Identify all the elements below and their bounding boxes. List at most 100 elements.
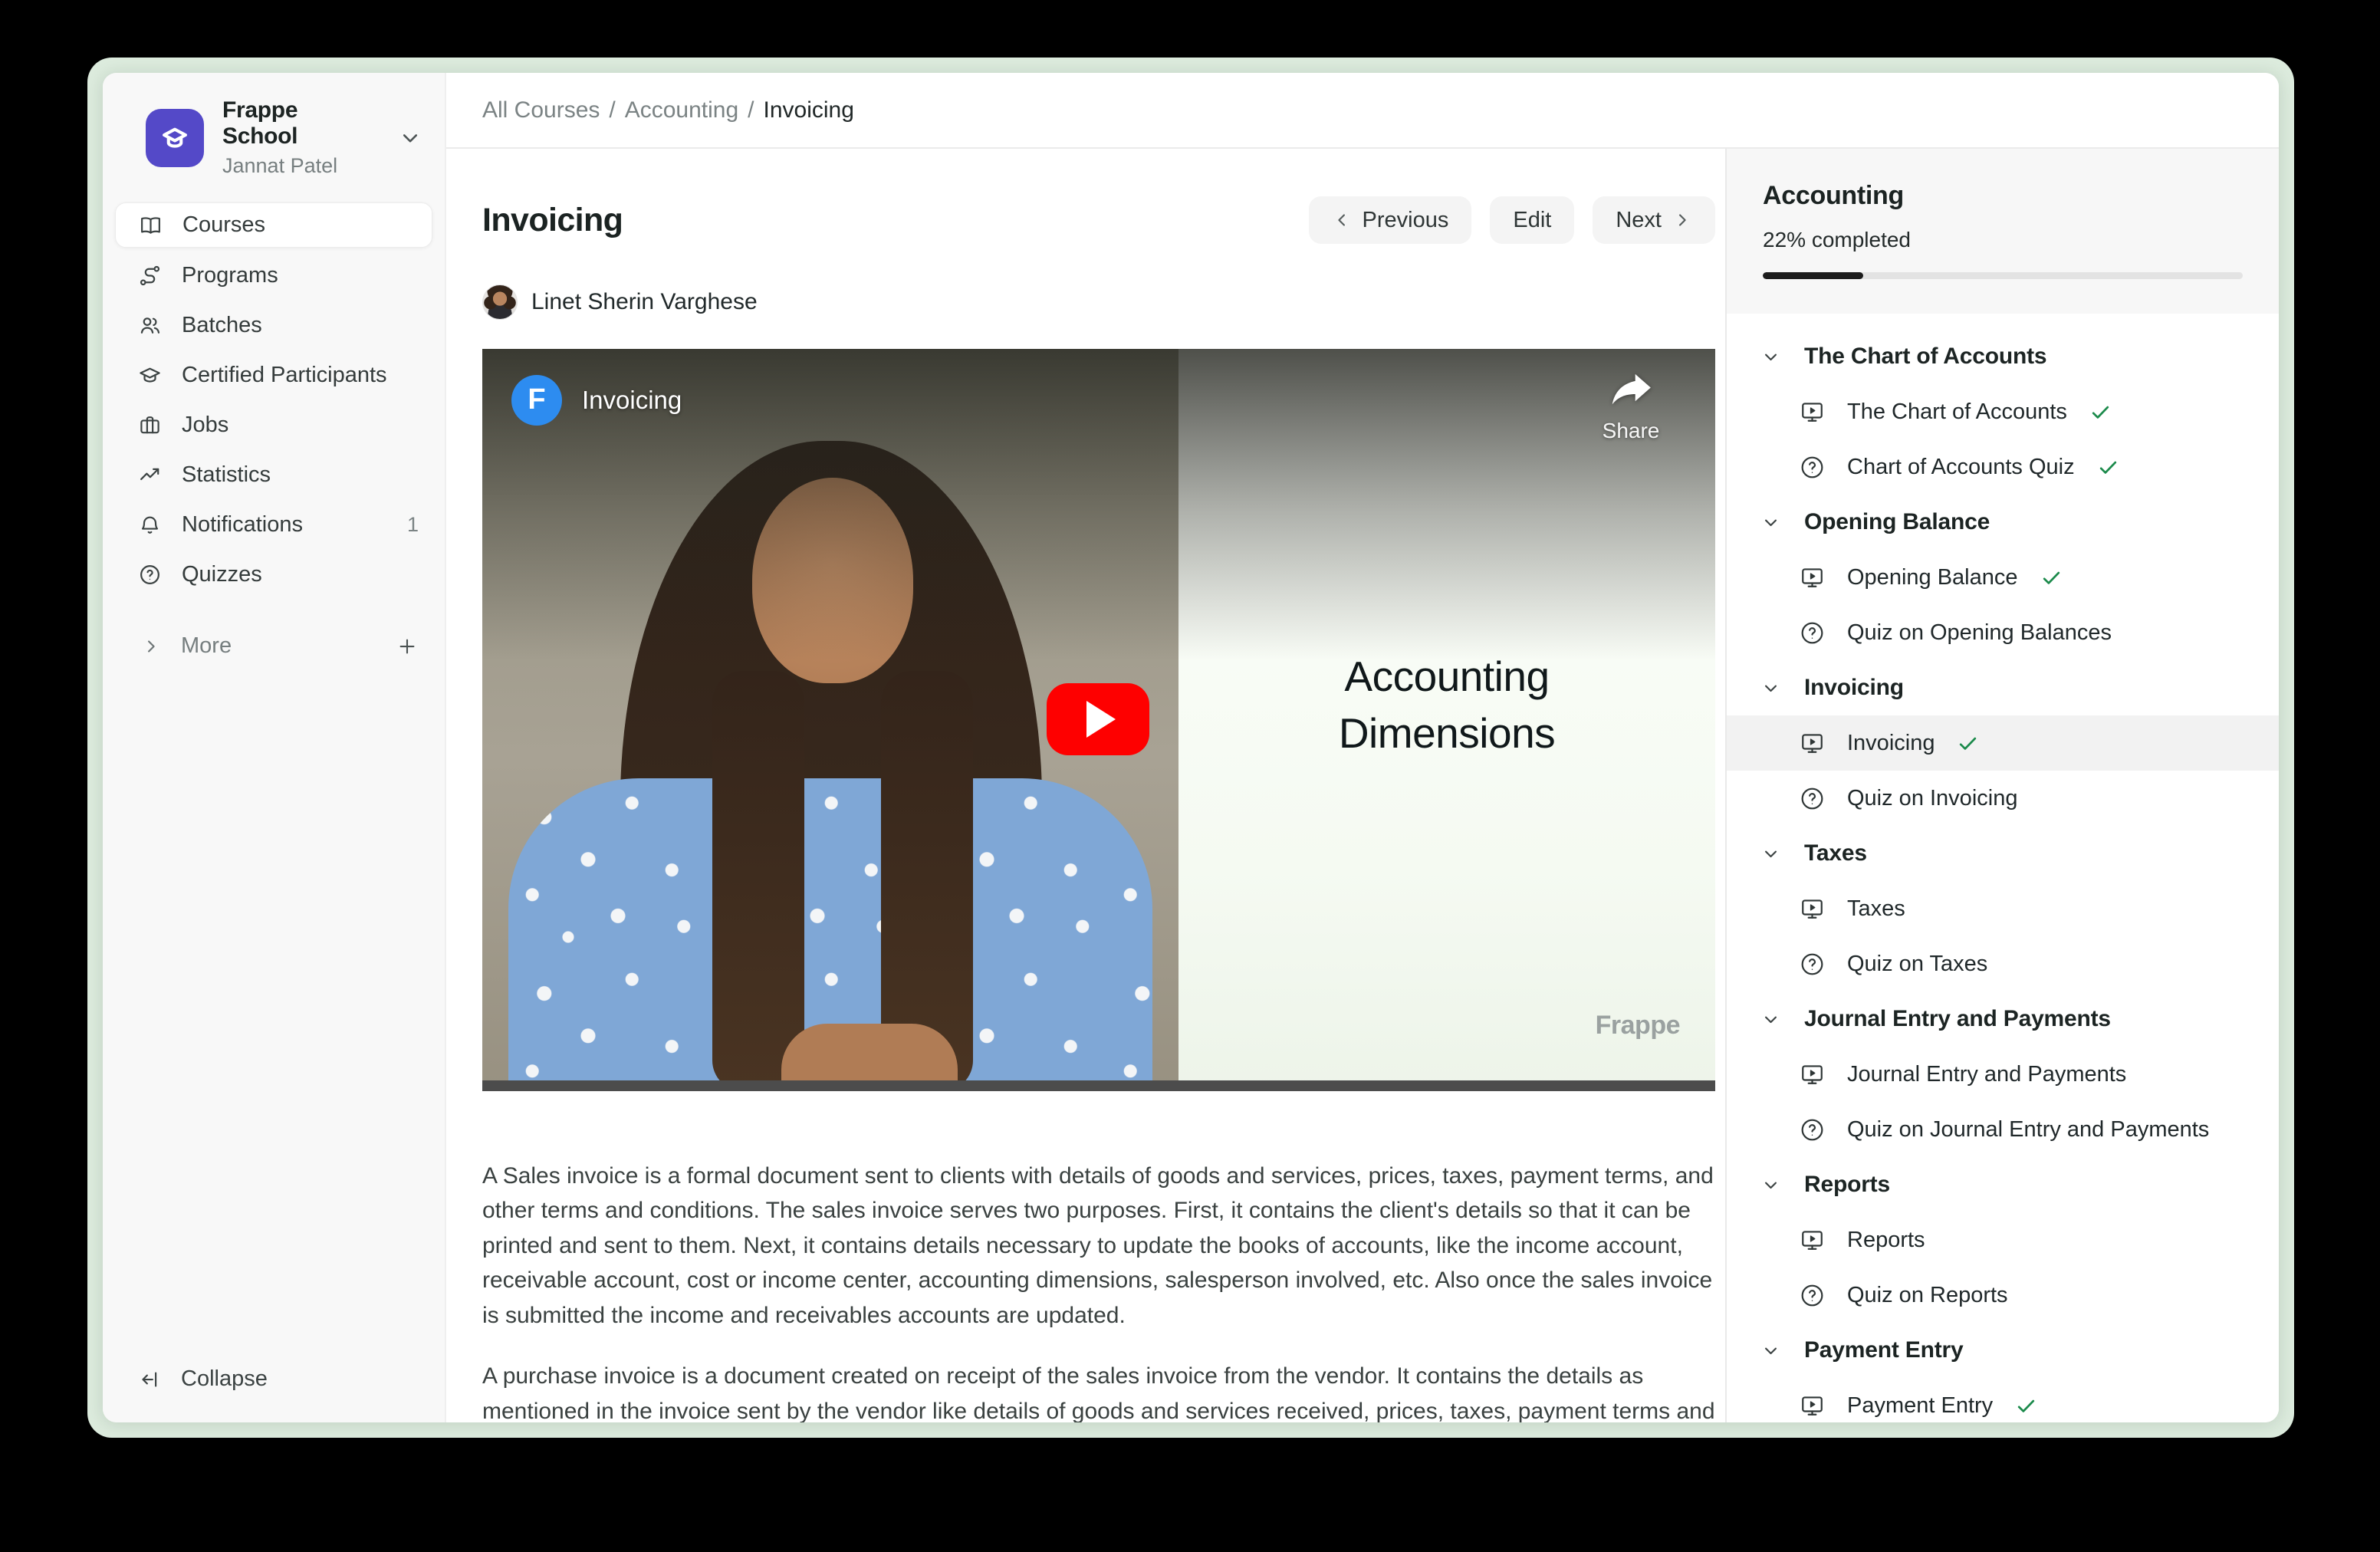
chevron-down-icon (1760, 1340, 1781, 1361)
monitor-play-icon (1799, 399, 1826, 426)
sidebar-item-certified-participants[interactable]: Certified Participants (115, 353, 432, 397)
course-outline: The Chart of AccountsThe Chart of Accoun… (1727, 314, 2279, 1422)
sidebar-item-label: Statistics (182, 462, 419, 488)
progress-bar (1763, 272, 2243, 279)
outline-section-reports[interactable]: Reports (1727, 1157, 2279, 1212)
check-icon (2014, 1394, 2038, 1418)
outline-lesson-label: Quiz on Journal Entry and Payments (1847, 1117, 2209, 1143)
check-icon (2096, 455, 2120, 479)
outline-lesson-chart-of-accounts-quiz[interactable]: Chart of Accounts Quiz (1727, 439, 2279, 495)
check-icon (1956, 732, 1980, 755)
progress-label: 22% completed (1763, 228, 2243, 252)
plus-icon[interactable] (396, 635, 419, 658)
video-title-overlay[interactable]: F Invoicing (511, 375, 682, 426)
outline-section-title: Reports (1804, 1172, 1890, 1198)
course-outline-panel: Accounting 22% completed The Chart of Ac… (1725, 149, 2279, 1422)
outline-lesson-quiz-on-reports[interactable]: Quiz on Reports (1727, 1268, 2279, 1323)
notification-count-badge: 1 (407, 513, 419, 537)
chevron-down-icon (1760, 678, 1781, 699)
outline-lesson-quiz-on-opening-balances[interactable]: Quiz on Opening Balances (1727, 605, 2279, 660)
route-icon (138, 264, 162, 288)
sidebar-item-label: Jobs (182, 413, 419, 438)
edit-label: Edit (1513, 208, 1551, 233)
outline-section-title: Opening Balance (1804, 509, 1990, 535)
lesson-nav-buttons: Previous Edit Next (1309, 196, 1715, 244)
monitor-play-icon (1799, 564, 1826, 591)
next-button[interactable]: Next (1593, 196, 1715, 244)
outline-lesson-label: Quiz on Opening Balances (1847, 620, 2112, 646)
outline-lesson-label: Opening Balance (1847, 565, 2018, 590)
outline-lesson-journal-entry-and-payments[interactable]: Journal Entry and Payments (1727, 1047, 2279, 1102)
progress-bar-fill (1763, 272, 1863, 279)
sidebar-item-jobs[interactable]: Jobs (115, 403, 432, 447)
video-title-text[interactable]: Invoicing (582, 386, 682, 415)
slide-title: Accounting Dimensions (1178, 648, 1715, 761)
sidebar-item-more[interactable]: More (115, 624, 432, 668)
briefcase-icon (138, 413, 162, 437)
video-share-button[interactable]: Share (1570, 369, 1692, 443)
previous-button[interactable]: Previous (1309, 196, 1472, 244)
school-switcher-text: Frappe School Jannat Patel (222, 97, 379, 178)
sidebar-item-label: Quizzes (182, 562, 419, 587)
users-icon (138, 314, 162, 337)
sidebar-item-label: Courses (182, 212, 418, 238)
sidebar-item-programs[interactable]: Programs (115, 254, 432, 298)
outline-section-opening-balance[interactable]: Opening Balance (1727, 495, 2279, 550)
school-name: Frappe School (222, 97, 379, 150)
chevron-down-icon (397, 125, 423, 151)
outline-section-taxes[interactable]: Taxes (1727, 826, 2279, 881)
sidebar-item-courses[interactable]: Courses (115, 202, 432, 248)
bell-icon (138, 513, 162, 537)
breadcrumb: All Courses / Accounting / Invoicing (446, 73, 2279, 149)
outline-section-invoicing[interactable]: Invoicing (1727, 660, 2279, 715)
chevron-down-icon (1760, 843, 1781, 864)
sidebar-item-notifications[interactable]: Notifications 1 (115, 503, 432, 547)
author-avatar (482, 284, 518, 320)
sidebar-item-statistics[interactable]: Statistics (115, 453, 432, 497)
collapse-sidebar-button[interactable]: Collapse (103, 1366, 445, 1422)
play-button[interactable] (1047, 683, 1149, 755)
outline-lesson-opening-balance[interactable]: Opening Balance (1727, 550, 2279, 605)
outline-lesson-payment-entry[interactable]: Payment Entry (1727, 1378, 2279, 1422)
outline-section-journal-entry-and-payments[interactable]: Journal Entry and Payments (1727, 991, 2279, 1047)
collapse-label: Collapse (181, 1366, 268, 1392)
outline-lesson-invoicing[interactable]: Invoicing (1727, 715, 2279, 771)
sidebar-item-label: Programs (182, 263, 419, 288)
outline-section-the-chart-of-accounts[interactable]: The Chart of Accounts (1727, 329, 2279, 384)
school-switcher[interactable]: Frappe School Jannat Patel (103, 73, 445, 186)
breadcrumb-course[interactable]: Accounting (625, 97, 738, 123)
collapse-icon (140, 1368, 163, 1391)
monitor-play-icon (1799, 1393, 1826, 1419)
sidebar-item-batches[interactable]: Batches (115, 304, 432, 347)
outline-section-title: Taxes (1804, 840, 1867, 866)
breadcrumb-separator: / (748, 97, 754, 123)
sidebar-item-quizzes[interactable]: Quizzes (115, 553, 432, 597)
graduation-cap-icon (138, 363, 162, 387)
outline-lesson-quiz-on-taxes[interactable]: Quiz on Taxes (1727, 936, 2279, 991)
edit-button[interactable]: Edit (1490, 196, 1574, 244)
video-player[interactable]: Accounting Dimensions Frappe F Invoicing (482, 349, 1715, 1091)
app-window: Frappe School Jannat Patel Courses Progra… (103, 73, 2279, 1422)
outline-lesson-quiz-on-journal-entry-and-payments[interactable]: Quiz on Journal Entry and Payments (1727, 1102, 2279, 1157)
video-progress-bar[interactable] (482, 1080, 1715, 1091)
outline-lesson-label: Reports (1847, 1228, 1925, 1253)
outline-section-title: Invoicing (1804, 675, 1904, 701)
sidebar-item-label: Notifications (182, 512, 387, 538)
course-title: Accounting (1763, 149, 2243, 211)
chevron-right-icon (141, 636, 161, 656)
chevron-down-icon (1760, 512, 1781, 533)
outline-lesson-reports[interactable]: Reports (1727, 1212, 2279, 1268)
outline-lesson-quiz-on-invoicing[interactable]: Quiz on Invoicing (1727, 771, 2279, 826)
main-region: All Courses / Accounting / Invoicing Inv… (446, 73, 2279, 1422)
frappe-watermark: Frappe (1596, 1011, 1680, 1041)
outline-lesson-taxes[interactable]: Taxes (1727, 881, 2279, 936)
outline-lesson-the-chart-of-accounts[interactable]: The Chart of Accounts (1727, 384, 2279, 439)
outline-section-payment-entry[interactable]: Payment Entry (1727, 1323, 2279, 1378)
breadcrumb-all-courses[interactable]: All Courses (482, 97, 600, 123)
previous-label: Previous (1363, 208, 1449, 233)
help-circle-icon (1799, 1116, 1826, 1143)
chevron-right-icon (1672, 210, 1692, 230)
share-label: Share (1570, 419, 1692, 443)
outline-section-title: Journal Entry and Payments (1804, 1006, 2111, 1032)
video-channel-avatar[interactable]: F (511, 375, 562, 426)
